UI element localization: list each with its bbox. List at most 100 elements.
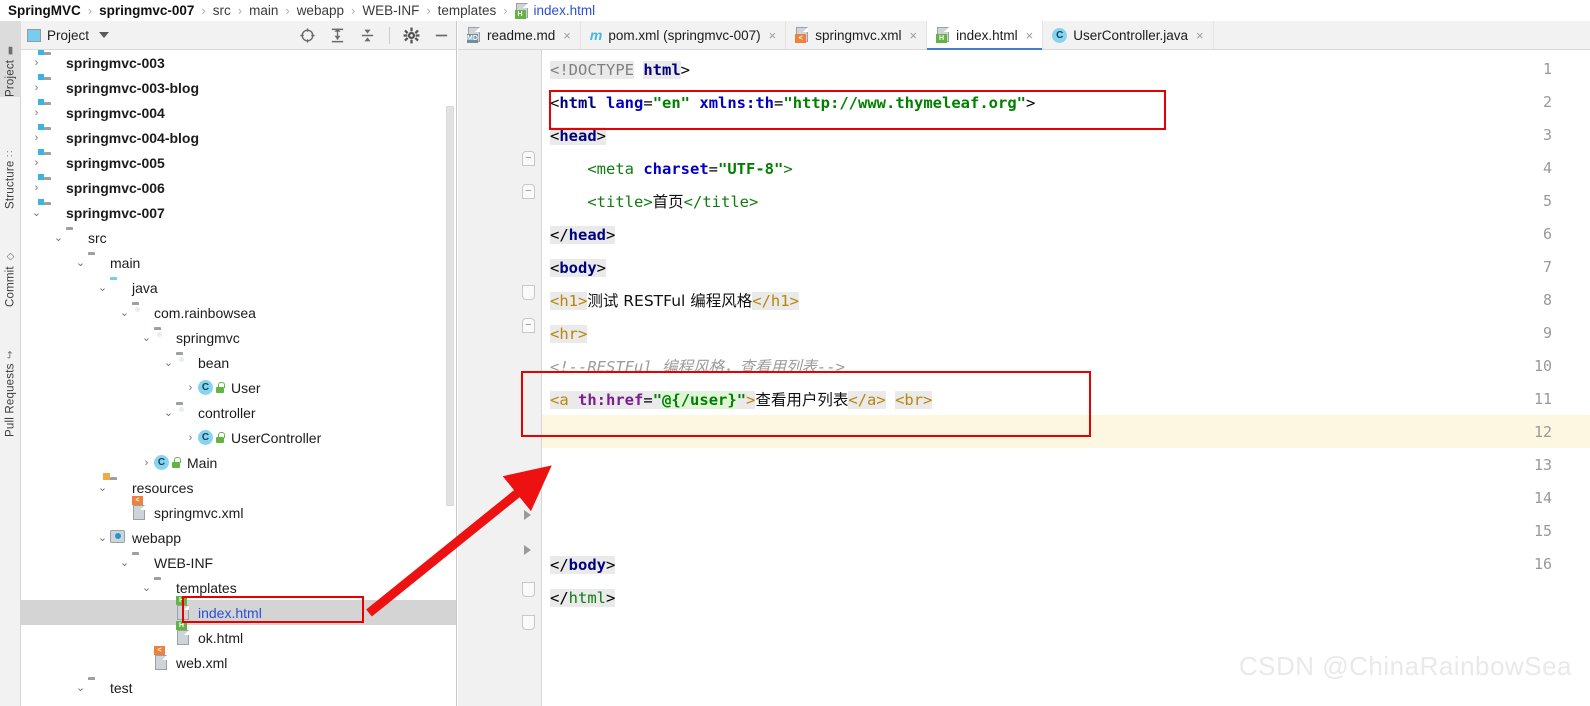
fold-marker-body-open[interactable]: −	[522, 318, 535, 333]
chevron-down-icon[interactable]: ⌄	[51, 231, 66, 244]
fold-expand-arrow-13[interactable]	[524, 510, 531, 520]
fold-marker-head-close[interactable]	[522, 285, 535, 300]
tree-node-templates[interactable]: ⌄ templates	[21, 575, 456, 600]
tree-node-springmvc-xml[interactable]: ›< springmvc.xml	[21, 495, 456, 525]
tree-node-user[interactable]: › C User	[21, 375, 456, 400]
chevron-right-icon[interactable]: ›	[183, 432, 198, 444]
editor-tab-pom-xml-springmvc-007-[interactable]: m pom.xml (springmvc-007) ×	[580, 21, 787, 49]
tree-node-controller[interactable]: ⌄ controller	[21, 400, 456, 425]
minimize-icon[interactable]	[433, 27, 450, 44]
chevron-right-icon[interactable]: ›	[183, 382, 198, 394]
close-icon[interactable]: ×	[909, 28, 917, 43]
tree-node-bean[interactable]: ⌄ bean	[21, 350, 456, 375]
breadcrumb-item-project[interactable]: SpringMVC	[6, 3, 83, 18]
tree-node-label: springmvc-003-blog	[66, 79, 200, 96]
locate-icon[interactable]	[299, 27, 316, 44]
tree-node-web-xml[interactable]: ›< web.xml	[21, 645, 456, 675]
tool-window-button-structure[interactable]: Structure ∷	[0, 117, 21, 209]
chevron-down-icon[interactable]: ⌄	[95, 531, 110, 544]
breadcrumb-item-module[interactable]: springmvc-007	[97, 3, 196, 18]
chevron-down-icon[interactable]: ⌄	[161, 406, 176, 419]
tree-node-springmvc-004[interactable]: › springmvc-004	[21, 98, 456, 125]
breadcrumb-item-templates[interactable]: templates	[436, 3, 499, 18]
chevron-right-icon[interactable]: ›	[139, 657, 154, 669]
fold-marker-html-close[interactable]	[522, 615, 535, 630]
project-tree-scrollbar[interactable]	[446, 106, 454, 506]
chevron-right-icon[interactable]: ›	[29, 107, 44, 119]
tree-node-main[interactable]: ⌄ main	[21, 250, 456, 275]
chevron-down-icon[interactable]: ⌄	[95, 281, 110, 294]
tree-node-ok-html[interactable]: ›Hok.html	[21, 620, 456, 650]
tree-node-webapp[interactable]: ⌄ webapp	[21, 525, 456, 550]
editor-tab-index-html[interactable]: Hindex.html ×	[927, 21, 1044, 50]
close-icon[interactable]: ×	[563, 28, 571, 43]
chevron-down-icon[interactable]: ⌄	[95, 481, 110, 494]
chevron-down-icon[interactable]: ⌄	[73, 681, 88, 694]
code-text[interactable]: <!DOCTYPE html> <html lang="en" xmlns:th…	[542, 50, 1590, 706]
chevron-down-icon[interactable]: ⌄	[139, 581, 154, 594]
tree-node-java[interactable]: ⌄ java	[21, 275, 456, 300]
tool-window-button-project[interactable]: Project ▮	[0, 21, 21, 97]
chevron-right-icon[interactable]: ›	[29, 132, 44, 144]
chevron-down-icon[interactable]: ⌄	[161, 356, 176, 369]
tree-node-springmvc[interactable]: ⌄ springmvc	[21, 325, 456, 350]
code-editor[interactable]: 1 2 3 4 5 6 7 8 9 10 11 12 13 14 15 16 − − − <!DOCTYPE …	[458, 50, 1590, 706]
tree-node-main[interactable]: › C Main	[21, 450, 456, 475]
breadcrumb-item-file[interactable]: index.html	[532, 3, 598, 18]
tree-node-src[interactable]: ⌄ src	[21, 225, 456, 250]
chevron-right-icon[interactable]: ›	[161, 607, 176, 619]
chevron-down-icon[interactable]: ⌄	[139, 331, 154, 344]
tree-node-springmvc-004-blog[interactable]: › springmvc-004-blog	[21, 123, 456, 150]
collapse-all-icon[interactable]	[359, 27, 376, 44]
gear-icon[interactable]	[403, 27, 420, 44]
expand-all-icon[interactable]	[329, 27, 346, 44]
code-line-9: <hr>	[550, 325, 588, 343]
tree-node-springmvc-003[interactable]: › springmvc-003	[21, 50, 456, 75]
tree-node-springmvc-006[interactable]: › springmvc-006	[21, 173, 456, 200]
editor-tab-readme-md[interactable]: MD readme.md ×	[458, 21, 581, 49]
fold-expand-arrow-14[interactable]	[524, 545, 531, 555]
fold-marker-body-close[interactable]	[522, 582, 535, 597]
commit-icon: ◇	[5, 250, 16, 263]
breadcrumb-item-main[interactable]: main	[247, 3, 280, 18]
project-panel-title[interactable]: Project	[27, 28, 89, 43]
chevron-right-icon[interactable]: ›	[29, 57, 44, 69]
tool-window-button-pull-requests[interactable]: Pull Requests ↪	[0, 327, 21, 437]
project-tree[interactable]: › springmvc-003 › springmvc-003-blog › spring…	[21, 50, 456, 706]
breadcrumb-item-src[interactable]: src	[211, 3, 233, 18]
chevron-right-icon[interactable]: ›	[29, 182, 44, 194]
chevron-right-icon[interactable]: ›	[139, 457, 154, 469]
chevron-down-icon[interactable]: ⌄	[117, 556, 132, 569]
tree-node-test[interactable]: ⌄ test	[21, 675, 456, 700]
tree-node-label: User	[231, 379, 261, 396]
chevron-right-icon[interactable]: ›	[161, 632, 176, 644]
fold-marker-head-open[interactable]: −	[522, 184, 535, 199]
tree-node-springmvc-005[interactable]: › springmvc-005	[21, 148, 456, 175]
chevron-down-icon[interactable]: ⌄	[29, 206, 44, 219]
tree-node-springmvc-003-blog[interactable]: › springmvc-003-blog	[21, 73, 456, 100]
breadcrumb-item-webapp[interactable]: webapp	[295, 3, 346, 18]
close-icon[interactable]: ×	[1196, 28, 1204, 43]
chevron-down-icon[interactable]: ⌄	[73, 256, 88, 269]
editor-tab-bar[interactable]: MD readme.md × m pom.xml (springmvc-007) × < sp…	[458, 21, 1590, 50]
tree-node-usercontroller[interactable]: › C UserController	[21, 425, 456, 450]
chevron-right-icon[interactable]: ›	[117, 507, 132, 519]
editor-gutter[interactable]	[458, 50, 542, 706]
editor-tab-springmvc-xml[interactable]: < springmvc.xml ×	[786, 21, 928, 49]
chevron-right-icon[interactable]: ›	[29, 157, 44, 169]
tree-node-resources[interactable]: ⌄ resources	[21, 472, 456, 500]
breadcrumb-item-webinf[interactable]: WEB-INF	[360, 3, 421, 18]
chevron-right-icon[interactable]: ›	[29, 82, 44, 94]
fold-marker-html[interactable]: −	[522, 151, 535, 166]
tool-window-button-commit[interactable]: Commit ◇	[0, 229, 21, 307]
tree-node-com-rainbowsea[interactable]: ⌄ com.rainbowsea	[21, 300, 456, 325]
close-icon[interactable]: ×	[1026, 28, 1034, 43]
tree-node-index-html[interactable]: ›Hindex.html	[21, 595, 456, 625]
tree-node-label: Main	[187, 454, 218, 471]
chevron-down-icon[interactable]	[99, 32, 110, 38]
tree-node-springmvc-007[interactable]: ⌄ springmvc-007	[21, 198, 456, 225]
close-icon[interactable]: ×	[769, 28, 777, 43]
editor-tab-usercontroller-java[interactable]: C UserController.java ×	[1043, 21, 1214, 49]
chevron-down-icon[interactable]: ⌄	[117, 306, 132, 319]
tree-node-web-inf[interactable]: ⌄ WEB-INF	[21, 550, 456, 575]
